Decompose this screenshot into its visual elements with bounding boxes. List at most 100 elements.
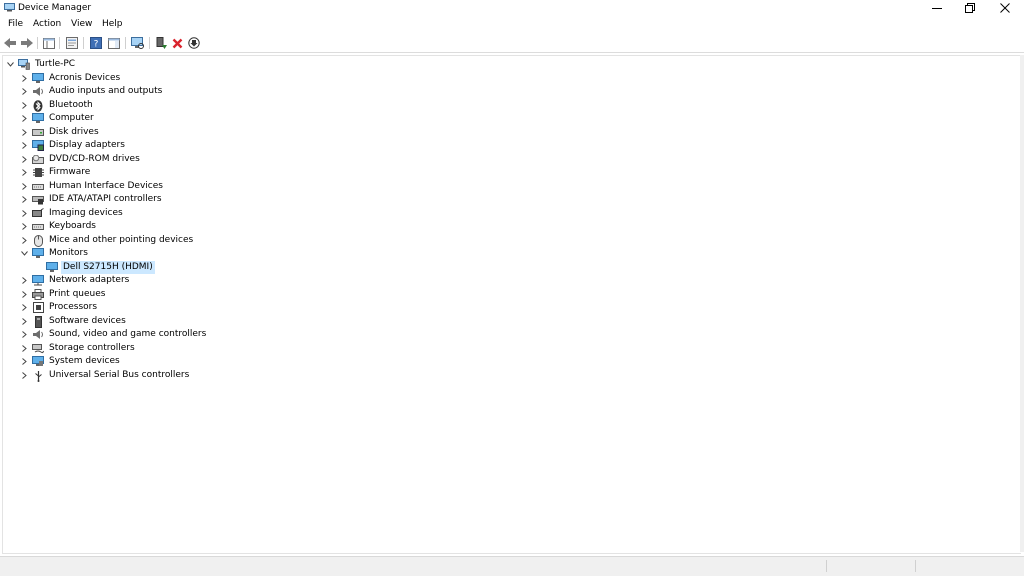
tree-item-ide-ata-atapi-controllers[interactable]: IDE ATA/ATAPI controllers [20,193,164,206]
tree-item-network-adapters[interactable]: Network adapters [20,274,131,287]
back-icon[interactable] [3,36,17,50]
tree-item-label: Bluetooth [49,100,93,110]
tree-item-print-queues[interactable]: Print queues [20,288,107,301]
toolbar-separator [125,37,126,49]
tree-item-storage-controllers[interactable]: Storage controllers [20,342,137,355]
vertical-scrollbar-track[interactable] [1020,55,1024,552]
expand-chevron-icon[interactable] [20,193,29,206]
tree-item-system-devices[interactable]: System devices [20,355,122,368]
system-devices-icon [32,356,44,368]
expand-chevron-icon[interactable] [20,207,29,220]
tree-item-audio-inputs-and-outputs[interactable]: Audio inputs and outputs [20,85,164,98]
expand-chevron-icon[interactable] [20,180,29,193]
expand-chevron-icon[interactable] [20,274,29,287]
expand-chevron-icon[interactable] [20,234,29,247]
expand-chevron-icon[interactable] [20,288,29,301]
action-pane-icon[interactable] [107,36,121,50]
restore-button[interactable] [953,0,987,16]
tree-item-keyboards[interactable]: Keyboards [20,220,98,233]
tree-item-label: Disk drives [49,127,99,137]
speaker-icon [32,86,44,98]
tree-item-software-devices[interactable]: Software devices [20,315,128,328]
menu-action[interactable]: Action [32,19,62,29]
tree-item-label: DVD/CD-ROM drives [49,154,140,164]
expand-chevron-icon[interactable] [20,355,29,368]
tree-item-label: IDE ATA/ATAPI controllers [49,194,162,204]
toolbar-separator [149,37,150,49]
tree-item-sound-video-and-game-controllers[interactable]: Sound, video and game controllers [20,328,208,341]
uninstall-icon[interactable] [170,36,184,50]
storage-controller-icon [32,343,44,355]
tree-item-label: Audio inputs and outputs [49,86,163,96]
expand-chevron-icon[interactable] [20,301,29,314]
tree-item-monitors[interactable]: Monitors [20,247,90,260]
expand-chevron-icon[interactable] [20,85,29,98]
disable-device-icon[interactable] [187,36,201,50]
monitor-icon [46,262,58,274]
tree-item-display-adapters[interactable]: Display adapters [20,139,127,152]
status-divider [915,560,916,572]
expand-chevron-icon[interactable] [20,220,29,233]
tree-item-label: Universal Serial Bus controllers [49,370,190,380]
controller-card-icon [32,194,44,206]
toolbar: ? [0,34,1024,53]
toolbar-separator [37,37,38,49]
tree-root-label: Turtle-PC [35,59,76,69]
printer-icon [32,289,44,301]
bluetooth-icon [32,99,44,112]
tree-item-imaging-devices[interactable]: Imaging devices [20,207,125,220]
mouse-icon [32,234,44,247]
expand-chevron-icon[interactable] [20,126,29,139]
help-icon[interactable]: ? [89,36,103,50]
forward-icon[interactable] [20,36,34,50]
display-adapter-icon [32,140,44,152]
tree-item-label: Keyboards [49,221,96,231]
expand-chevron-icon[interactable] [20,328,29,341]
tree-item-dell-s2715h-hdmi[interactable]: Dell S2715H (HDMI) [43,261,155,274]
tree-item-label: Network adapters [49,275,130,285]
menu-file[interactable]: File [7,19,24,29]
tree-item-human-interface-devices[interactable]: Human Interface Devices [20,180,165,193]
device-tree[interactable]: Turtle-PC Acronis Devices Audio inputs a… [2,55,1021,554]
tree-item-acronis-devices[interactable]: Acronis Devices [20,72,122,85]
expand-chevron-icon[interactable] [20,342,29,355]
title-bar: Device Manager [0,0,1024,18]
tree-item-label: System devices [49,356,120,366]
tree-item-label: Computer [49,113,94,123]
expand-chevron-icon[interactable] [20,153,29,166]
expand-chevron-icon[interactable] [20,139,29,152]
menu-view[interactable]: View [70,19,93,29]
expand-chevron-icon[interactable] [20,315,29,328]
tree-root[interactable]: Turtle-PC [6,58,77,71]
tree-item-label: Imaging devices [49,208,123,218]
show-hide-tree-icon[interactable] [42,36,56,50]
scan-hardware-icon[interactable] [130,36,144,50]
svg-text:?: ? [94,40,99,50]
menu-help[interactable]: Help [101,19,124,29]
expand-chevron-icon[interactable] [20,112,29,125]
tree-item-universal-serial-bus-controllers[interactable]: Universal Serial Bus controllers [20,369,191,382]
expand-chevron-icon[interactable] [20,99,29,112]
tree-item-processors[interactable]: Processors [20,301,99,314]
monitor-icon [32,248,44,260]
tree-item-bluetooth[interactable]: Bluetooth [20,99,95,112]
expand-chevron-icon[interactable] [20,369,29,382]
tree-item-dvd-cd-rom-drives[interactable]: DVD/CD-ROM drives [20,153,142,166]
expand-chevron-icon[interactable] [20,72,29,85]
network-adapter-icon [32,275,44,287]
tree-item-label: Firmware [49,167,91,177]
properties-icon[interactable] [65,36,79,50]
update-driver-icon[interactable] [154,36,168,50]
tree-item-firmware[interactable]: Firmware [20,166,92,179]
tree-item-label: Sound, video and game controllers [49,329,207,339]
tree-item-label: Print queues [49,289,106,299]
expand-chevron-icon[interactable] [20,166,29,179]
tree-item-mice-and-other-pointing-devices[interactable]: Mice and other pointing devices [20,234,195,247]
tree-item-computer[interactable]: Computer [20,112,96,125]
collapse-chevron-icon[interactable] [6,58,15,71]
close-window-button[interactable] [988,0,1022,16]
tree-item-disk-drives[interactable]: Disk drives [20,126,101,139]
collapse-chevron-icon[interactable] [20,247,29,260]
usb-icon [32,370,44,382]
minimize-button[interactable] [920,0,954,16]
